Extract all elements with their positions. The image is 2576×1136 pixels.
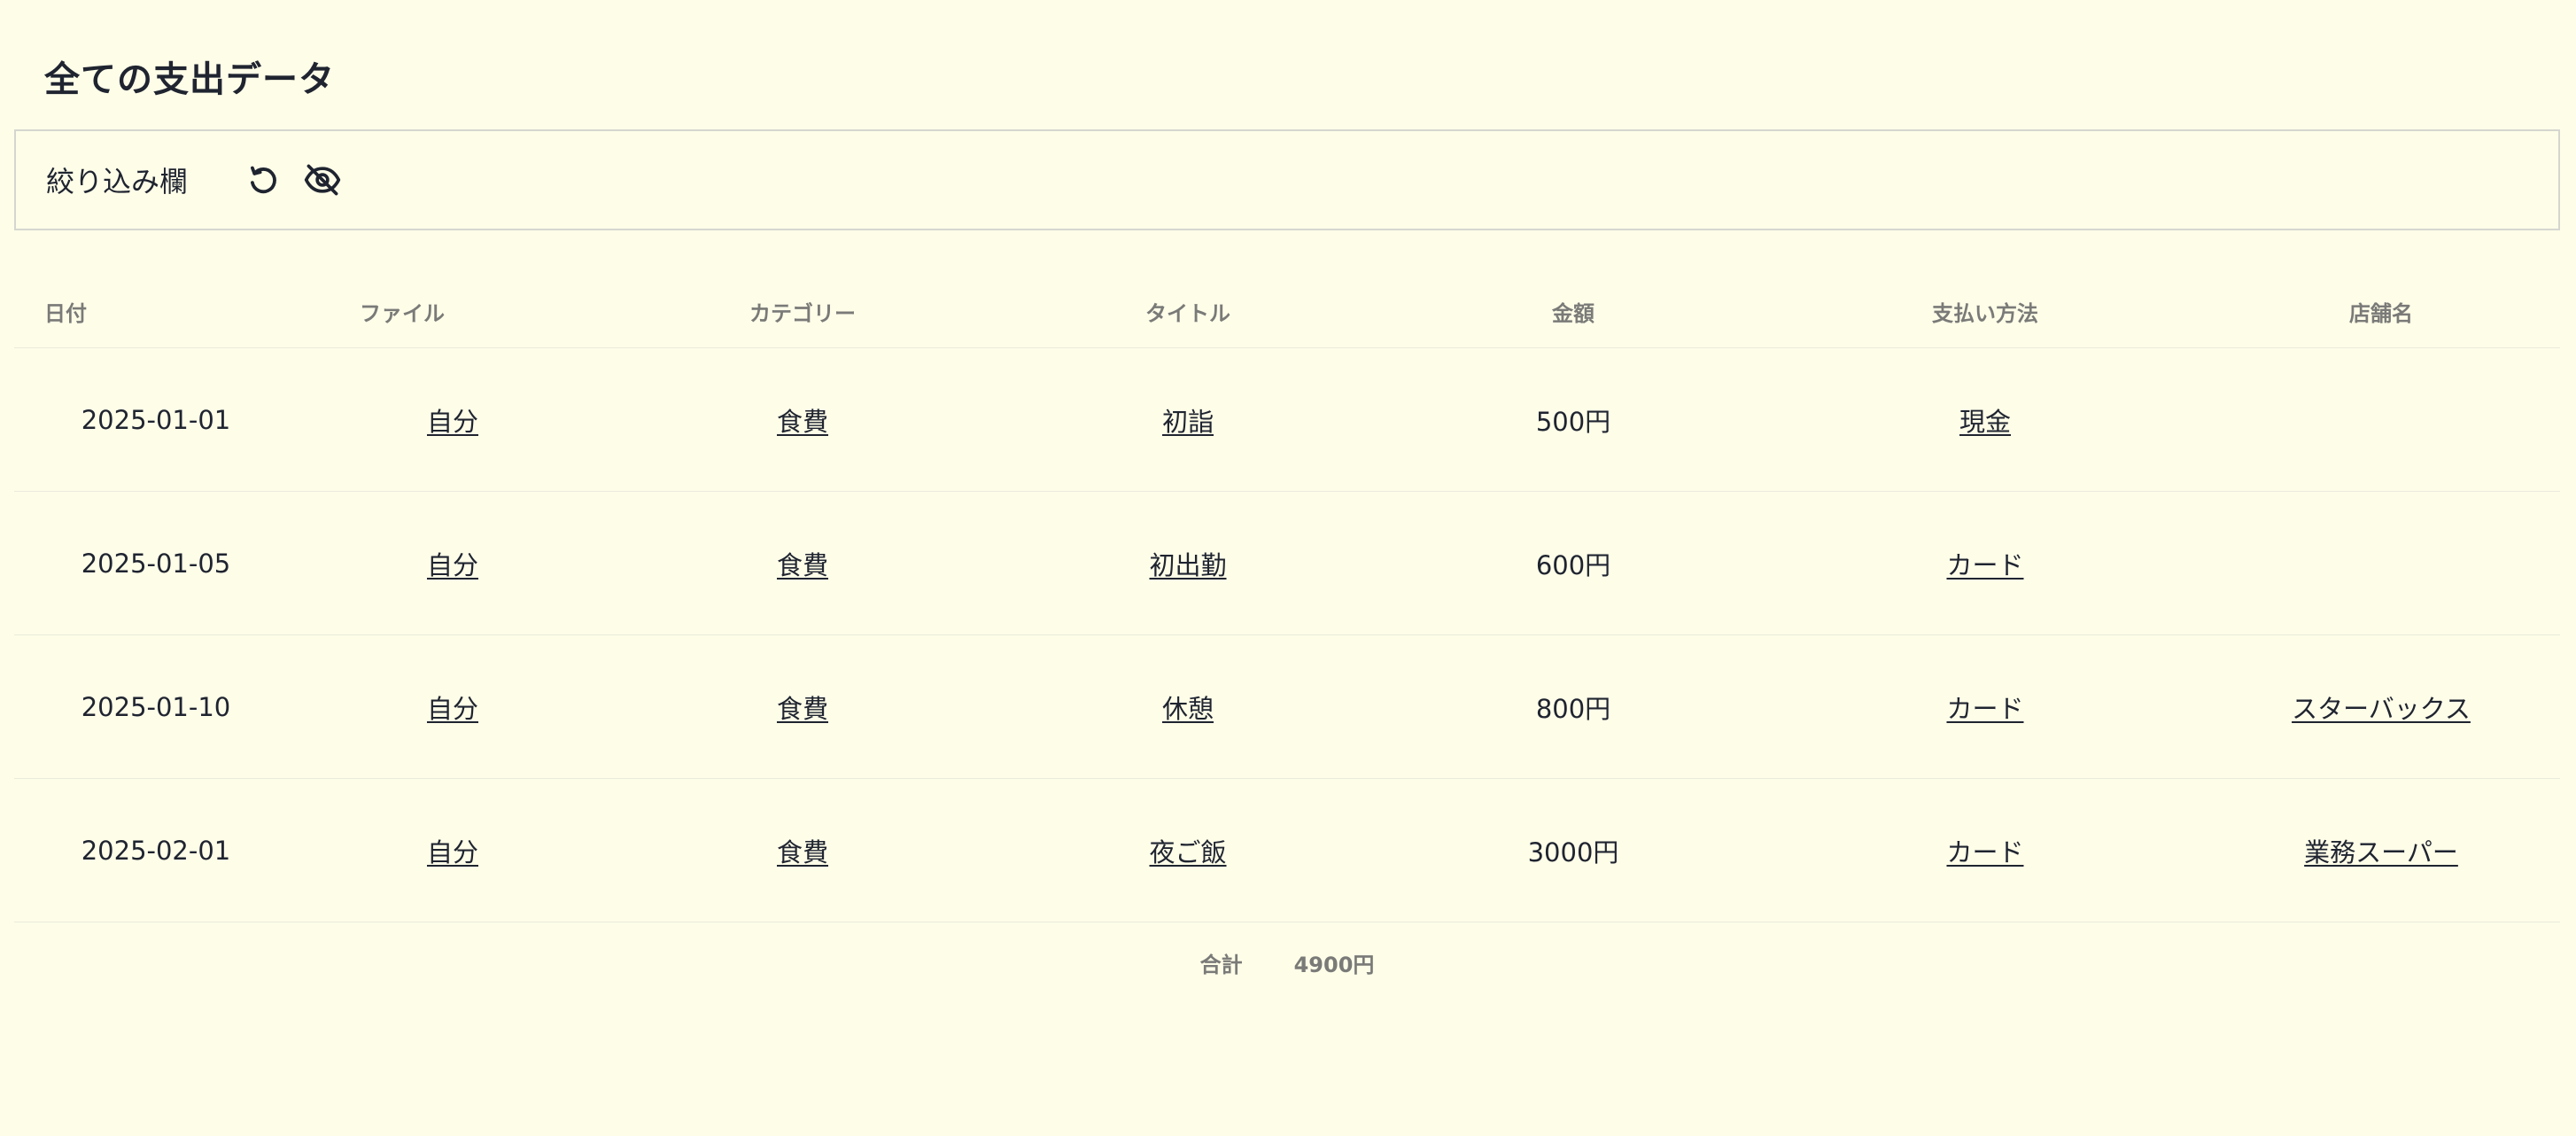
cell-category-link[interactable]: 食費	[777, 407, 828, 437]
eye-off-icon[interactable]	[299, 157, 345, 203]
cell-title-link[interactable]: 初詣	[1162, 407, 1214, 437]
cell-file-link[interactable]: 自分	[427, 550, 478, 580]
cell-file-link[interactable]: 自分	[427, 694, 478, 724]
cell-amount: 800円	[1378, 634, 1768, 779]
cell-date: 2025-01-10	[14, 634, 298, 779]
cell-category-link[interactable]: 食費	[777, 837, 828, 868]
cell-payment-link[interactable]: カード	[1946, 550, 2023, 580]
table-row: 2025-02-01 自分 食費 夜ご飯 3000円 カード 業務スーパー	[14, 778, 2560, 922]
cell-category-link[interactable]: 食費	[777, 694, 828, 724]
cell-store-link[interactable]: スターバックス	[2292, 694, 2471, 724]
cell-title-link[interactable]: 休憩	[1162, 694, 1214, 724]
total-label: 合計	[1199, 953, 1243, 977]
page-title: 全ての支出データ	[44, 58, 335, 100]
cell-amount: 600円	[1378, 491, 1768, 635]
table-row: 2025-01-10 自分 食費 休憩 800円 カード スターバックス	[14, 634, 2560, 779]
column-header-payment-method[interactable]: 支払い方法	[1768, 275, 2202, 348]
table-header-row: 日付 ファイル カテゴリー タイトル 金額 支払い方法 店舗名	[14, 275, 2560, 348]
cell-amount: 3000円	[1378, 778, 1768, 922]
column-header-category[interactable]: カテゴリー	[608, 275, 997, 348]
cell-category-link[interactable]: 食費	[777, 550, 828, 580]
expense-table-container: 日付 ファイル カテゴリー タイトル 金額 支払い方法 店舗名 2025-01-…	[14, 275, 2560, 978]
cell-date: 2025-01-05	[14, 491, 298, 635]
column-header-file[interactable]: ファイル	[298, 275, 608, 348]
column-header-title[interactable]: タイトル	[997, 275, 1378, 348]
table-row: 2025-01-05 自分 食費 初出勤 600円 カード	[14, 491, 2560, 635]
filter-panel: 絞り込み欄	[14, 129, 2560, 230]
cell-store-link[interactable]: 業務スーパー	[2304, 837, 2458, 868]
filter-label: 絞り込み欄	[46, 165, 189, 198]
cell-date: 2025-02-01	[14, 778, 298, 922]
cell-payment-link[interactable]: カード	[1946, 837, 2023, 868]
cell-payment-link[interactable]: カード	[1946, 694, 2023, 724]
table-row: 2025-01-01 自分 食費 初詣 500円 現金	[14, 347, 2560, 492]
cell-title-link[interactable]: 夜ご飯	[1149, 837, 1226, 868]
undo-icon[interactable]	[239, 157, 285, 203]
total-row: 合計 4900円	[14, 947, 2560, 978]
expense-table: 日付 ファイル カテゴリー タイトル 金額 支払い方法 店舗名 2025-01-…	[14, 275, 2560, 922]
column-header-amount[interactable]: 金額	[1378, 275, 1768, 348]
cell-payment-link[interactable]: 現金	[1959, 407, 2011, 437]
cell-file-link[interactable]: 自分	[427, 837, 478, 868]
cell-amount: 500円	[1378, 347, 1768, 492]
column-header-store[interactable]: 店舗名	[2202, 275, 2560, 348]
cell-file-link[interactable]: 自分	[427, 407, 478, 437]
cell-date: 2025-01-01	[14, 347, 298, 492]
total-value: 4900円	[1293, 953, 1375, 977]
column-header-date[interactable]: 日付	[14, 275, 298, 348]
cell-title-link[interactable]: 初出勤	[1149, 550, 1226, 580]
